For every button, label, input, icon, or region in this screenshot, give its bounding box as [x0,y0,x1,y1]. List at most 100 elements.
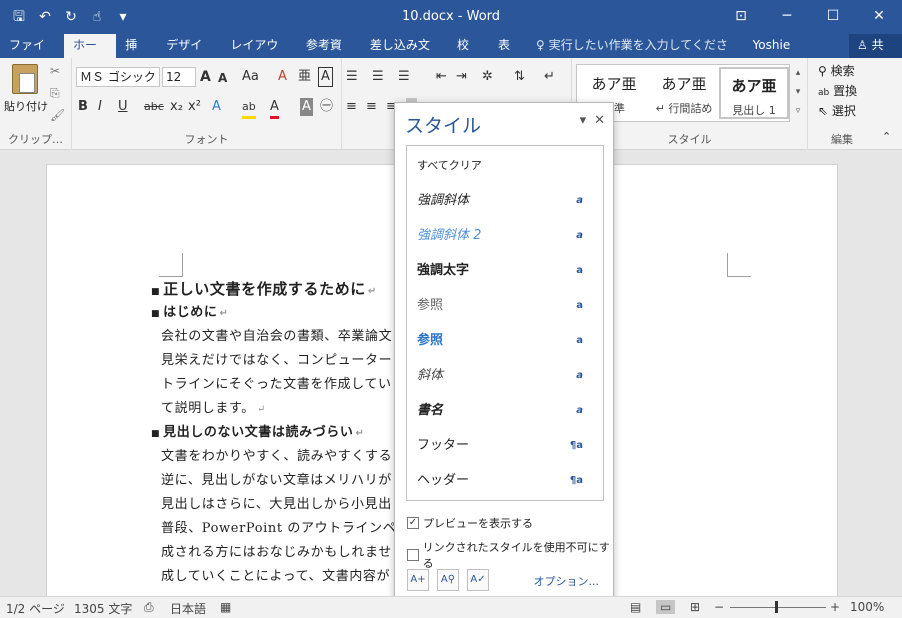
tab-view[interactable]: 表示 [489,34,530,74]
align-left-icon[interactable]: ≡ [346,98,357,116]
paragraph-bullet-icon: ■ [151,287,161,297]
change-case-icon[interactable]: Aa [242,68,259,86]
select-button[interactable]: ⇖ 選択 [818,102,856,119]
find-button[interactable]: ⚲ 検索 [818,62,855,79]
align-center-icon[interactable]: ≡ [366,98,377,116]
styles-list: すべてクリア 強調斜体 a 強調斜体 2 a 強調太字 a 参照 a 参照 a … [406,145,604,501]
font-group-label: フォント [184,133,229,146]
manage-styles-icon[interactable]: A✓ [467,569,489,591]
style-list-item-subtle-reference[interactable]: 参照 a [407,288,603,323]
character-border-icon[interactable]: A [318,67,333,87]
user-name[interactable]: Yoshie Kohama [743,34,849,74]
style-list-item-book-title[interactable]: 書名 a [407,393,603,428]
zoom-slider-thumb[interactable] [775,601,778,613]
styles-options-link[interactable]: オプション... [534,573,600,589]
close-button[interactable]: ✕ [856,0,902,32]
sort-icon[interactable]: ⇅ [514,68,525,86]
style-no-spacing-preview: あア亜 [661,75,707,93]
style-heading-1-preview: あア亜 [731,77,777,95]
ribbon-display-options-icon[interactable]: ⊡ [718,0,764,32]
italic-button[interactable]: I [98,98,102,116]
tell-me-input[interactable]: ♀ 実行したい作業を入力してください... [536,34,743,74]
title-bar: 🖫 ↶ ↻ ☝ ▾ 10.docx - Word ⊡ ─ ☐ ✕ [0,0,902,34]
font-color-icon[interactable]: A [270,98,279,119]
style-list-item-emphasis[interactable]: 斜体 a [407,358,603,393]
zoom-level[interactable]: 100% [850,600,884,614]
character-shading-icon[interactable]: A [300,98,313,116]
web-layout-icon[interactable]: ⊞ [690,600,700,614]
bullets-icon[interactable]: ☰ [346,68,358,86]
show-preview-option[interactable]: ✓ プレビューを表示する [407,515,533,531]
style-no-spacing[interactable]: あア亜 ↵ 行間詰め [649,67,719,119]
tab-layout[interactable]: レイアウト [221,34,297,74]
zoom-in-button[interactable]: + [830,600,840,614]
linked-style-icon: ¶a [569,440,583,451]
copy-icon[interactable]: ⎘ [50,86,60,101]
character-style-icon: a [576,230,583,241]
style-list-item-intense-emphasis[interactable]: 強調斜体 2 a [407,218,603,253]
style-list-item-subtle-emphasis[interactable]: 強調斜体 a [407,183,603,218]
language-indicator[interactable]: 日本語 [170,600,206,617]
decrease-indent-icon[interactable]: ⇤ [436,68,447,86]
tab-review[interactable]: 校閲 [448,34,489,74]
style-heading-1[interactable]: あア亜 見出し 1 [719,67,789,119]
share-button[interactable]: ♙ 共有 [848,34,902,74]
paste-button[interactable]: 貼り付け [4,98,48,114]
word-count[interactable]: 1305 文字 [74,600,132,617]
new-style-icon[interactable]: A+ [407,569,429,591]
numbering-icon[interactable]: ☰ [372,68,384,86]
increase-indent-icon[interactable]: ⇥ [456,68,467,86]
strikethrough-button[interactable]: abc [144,98,164,116]
proofing-icon[interactable]: ⎙ [144,600,154,615]
style-list-item-header[interactable]: ヘッダー ¶a [407,463,603,498]
collapse-ribbon-icon[interactable]: ⌃ [882,128,891,146]
pane-options-icon[interactable]: ▾ [580,113,587,128]
zoom-slider-track[interactable] [730,607,826,608]
replace-button[interactable]: ab 置換 [818,82,857,99]
tab-file[interactable]: ファイル [0,34,64,74]
zoom-out-button[interactable]: − [714,600,724,614]
styles-gallery-scroll[interactable]: ▴ ▾ ▿ [792,64,804,122]
style-list-item-intense-reference[interactable]: 参照 a [407,323,603,358]
macro-recording-icon[interactable]: ▦ [220,600,231,614]
close-pane-icon[interactable]: ✕ [594,113,605,128]
underline-button[interactable]: U [118,98,128,116]
tab-home[interactable]: ホーム [64,34,117,74]
shrink-font-icon[interactable]: A [218,69,227,87]
print-layout-icon[interactable]: ▭ [656,600,676,614]
disable-linked-styles-option[interactable]: リンクされたスタイルを使用不可にする [407,539,613,571]
clear-formatting-icon[interactable]: A [278,68,287,86]
highlight-color-icon[interactable]: ab [242,98,256,119]
superscript-button[interactable]: x² [188,98,201,116]
replace-label: 置換 [833,84,858,98]
tab-references[interactable]: 参考資料 [297,34,361,74]
margin-corner-top-right [727,253,751,277]
multilevel-list-icon[interactable]: ☰ [398,68,410,86]
asian-layout-icon[interactable]: ✲ [482,68,493,86]
paste-icon[interactable] [12,64,38,94]
enclose-characters-icon[interactable]: ㊀ [320,98,333,116]
tab-design[interactable]: デザイン [157,34,221,74]
font-name-combo[interactable]: ＭＳ ゴシック ( [76,67,160,87]
bold-button[interactable]: B [78,98,88,116]
format-painter-icon[interactable]: 🖌 [50,108,65,122]
style-list-item-footer[interactable]: フッター ¶a [407,428,603,463]
show-preview-checkbox[interactable]: ✓ [407,517,419,529]
phonetic-guide-icon[interactable]: 亜 [298,68,311,86]
tab-mailings[interactable]: 差し込み文書 [361,34,448,74]
read-mode-icon[interactable]: ▤ [630,600,641,614]
text-effects-icon[interactable]: A [212,98,221,116]
style-list-item-clear-all[interactable]: すべてクリア [407,148,603,183]
font-size-combo[interactable]: 12 [162,67,196,87]
page-count[interactable]: 1/2 ページ [6,600,65,617]
grow-font-icon[interactable]: A [200,68,211,86]
tab-insert[interactable]: 挿入 [116,34,157,74]
cut-icon[interactable]: ✂ [50,64,60,78]
minimize-button[interactable]: ─ [764,0,810,32]
maximize-button[interactable]: ☐ [810,0,856,32]
style-list-item-strong[interactable]: 強調太字 a [407,253,603,288]
subscript-button[interactable]: x₂ [170,98,183,116]
disable-linked-styles-checkbox[interactable] [407,549,419,561]
style-inspector-icon[interactable]: A⚲ [437,569,459,591]
show-marks-icon[interactable]: ↵ [544,68,555,86]
